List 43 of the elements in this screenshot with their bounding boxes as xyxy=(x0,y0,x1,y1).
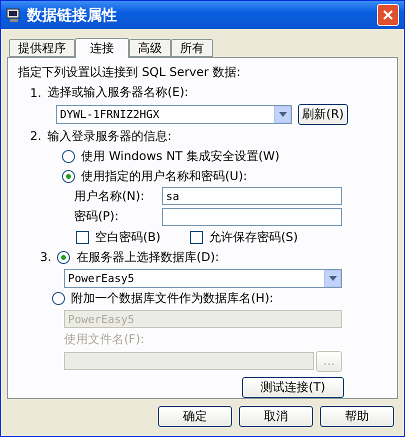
radio-label: 在服务器上选择数据库(D): xyxy=(76,248,220,266)
username-field[interactable]: sa xyxy=(162,187,342,206)
radio-button[interactable] xyxy=(62,170,75,183)
dropdown-button[interactable] xyxy=(324,270,341,287)
intro-text: 指定下列设置以连接到 SQL Server 数据: xyxy=(18,64,241,81)
checkbox-label: 空白密码(B) xyxy=(95,228,161,246)
radio-button[interactable] xyxy=(57,250,70,264)
monitor-icon xyxy=(6,7,22,23)
dropdown-arrow-icon xyxy=(278,112,286,117)
password-field[interactable] xyxy=(162,208,342,226)
checkbox[interactable] xyxy=(76,230,89,244)
tab[interactable]: 连接 xyxy=(75,38,129,58)
close-button[interactable] xyxy=(377,4,399,26)
dialog-button[interactable]: 确定 xyxy=(158,406,232,427)
dropdown-button[interactable] xyxy=(274,106,291,123)
dialog-button[interactable]: 帮助 xyxy=(320,406,394,427)
login-label: 输入登录服务器的信息: xyxy=(47,128,172,145)
radio-button[interactable] xyxy=(52,292,65,306)
server-combo[interactable]: DYWL-1FRNIZ2HGX xyxy=(56,104,292,124)
close-icon xyxy=(382,9,394,21)
database-combo[interactable]: PowerEasy5 xyxy=(64,268,342,288)
window-title: 数据链接属性 xyxy=(27,6,118,24)
step-number: 2. xyxy=(30,129,42,144)
radio-label: 使用指定的用户名称和密码(U): xyxy=(81,168,248,185)
tab[interactable]: 所有 xyxy=(171,39,213,57)
file-field[interactable] xyxy=(64,352,314,370)
radio-label: 附加一个数据库文件作为数据库名(H): xyxy=(71,290,274,308)
checkbox-label: 允许保存密码(S) xyxy=(209,228,298,246)
file-label: 使用文件名(F): xyxy=(64,330,144,348)
checkbox[interactable] xyxy=(190,230,203,244)
refresh-button[interactable]: 刷新(R) xyxy=(298,104,348,125)
test-connection-button[interactable]: 测试连接(T) xyxy=(242,377,344,398)
dropdown-arrow-icon xyxy=(328,276,336,281)
server-label: 选择或输入服务器名称(E): xyxy=(47,84,188,101)
tab[interactable]: 提供程序 xyxy=(9,39,75,57)
tab[interactable]: 高级 xyxy=(129,39,171,57)
step-number: 1. xyxy=(30,86,42,100)
radio-button[interactable] xyxy=(62,150,75,163)
username-label: 用户名称(N): xyxy=(74,188,146,205)
dialog-button[interactable]: 取消 xyxy=(239,406,313,427)
radio-label: 使用 Windows NT 集成安全设置(W) xyxy=(81,148,280,165)
step-number: 3. xyxy=(40,250,52,264)
password-label: 密码(P): xyxy=(74,208,120,226)
